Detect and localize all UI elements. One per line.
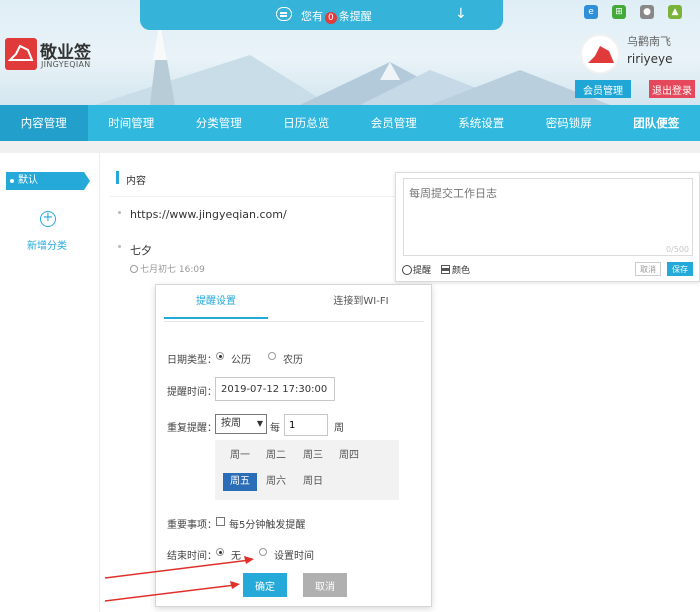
confirm-button[interactable]: 确定 [243, 573, 287, 597]
bullet-icon [118, 211, 121, 214]
note-editor: 0/500 提醒 颜色 取消 保存 [395, 172, 700, 282]
color-tool-label: 颜色 [452, 266, 471, 276]
nav-settings[interactable]: 系统设置 [438, 105, 526, 141]
nav-category[interactable]: 分类管理 [175, 105, 263, 141]
nav-calendar[interactable]: 日历总览 [263, 105, 351, 141]
dropdown-arrow-icon: ▼ [256, 419, 263, 428]
nav-lockscreen[interactable]: 密码锁屏 [525, 105, 613, 141]
nav-member[interactable]: 会员管理 [350, 105, 438, 141]
color-tool[interactable]: 颜色 [441, 263, 470, 276]
tab-reminder-settings[interactable]: 提醒设置 [164, 285, 268, 319]
list-item[interactable]: https://www.jingyeqian.com/ [130, 208, 287, 221]
weekday-sat[interactable]: 周六 [259, 473, 293, 491]
android-icon[interactable]: ▲ [668, 5, 682, 19]
reminder-popup: 提醒设置 连接到WI-FI 日期类型： 公历 农历 提醒时间： 重复提醒： 按周… [155, 284, 432, 607]
radio-end-none[interactable] [216, 548, 224, 556]
apple-icon[interactable]: ● [640, 5, 654, 19]
date-type-label: 日期类型： [167, 355, 217, 366]
list-item[interactable]: 七夕 [130, 242, 152, 258]
avatar[interactable] [580, 34, 620, 74]
editor-save-button[interactable]: 保存 [667, 262, 693, 276]
brand-subtitle: JINGYEQIAN [41, 60, 91, 69]
sidebar-item-default[interactable]: 默认 [6, 172, 90, 190]
clock-icon [402, 265, 412, 275]
important-checkbox[interactable] [216, 517, 225, 526]
sidebar: 默认 + 新增分类 [0, 153, 100, 612]
arrow-down-icon[interactable]: ↓ [455, 6, 467, 22]
repeat-unit-label: 周 [334, 423, 344, 434]
user-title: 乌鹳南飞 [627, 35, 671, 48]
weekday-mon[interactable]: 周一 [223, 447, 257, 465]
add-circle-icon[interactable]: + [40, 211, 56, 227]
radio-lunar[interactable] [268, 352, 276, 360]
radio-lunar-label: 农历 [283, 355, 303, 366]
sub-bar [0, 141, 700, 153]
tab-connect-wifi[interactable]: 连接到WI-FI [306, 285, 416, 319]
cancel-button[interactable]: 取消 [303, 573, 347, 597]
clock-icon [130, 265, 138, 273]
radio-solar-label: 公历 [231, 355, 251, 366]
weekday-picker: 周一 周二 周三 周四 周五 周六 周日 [215, 440, 399, 500]
weekday-sun[interactable]: 周日 [296, 473, 330, 491]
nav-content[interactable]: 内容管理 [0, 105, 88, 141]
notice-count-badge: 0 [325, 12, 337, 24]
repeat-label: 重复提醒： [167, 423, 217, 434]
remind-time-label: 提醒时间： [167, 387, 217, 398]
repeat-interval-input[interactable] [284, 414, 328, 436]
windows-icon[interactable]: ⊞ [612, 5, 626, 19]
bullet-icon [118, 245, 121, 248]
nav-time[interactable]: 时间管理 [88, 105, 176, 141]
repeat-every-label: 每 [270, 423, 280, 434]
ie-icon[interactable]: e [584, 5, 598, 19]
repeat-select-value: 按周 [221, 418, 241, 429]
radio-end-set-time-label: 设置时间 [274, 551, 314, 562]
member-management-button[interactable]: 会员管理 [575, 80, 631, 98]
remind-tool-label: 提醒 [413, 266, 432, 276]
radio-end-none-label: 无 [231, 551, 241, 562]
content-heading-marker [116, 171, 119, 184]
editor-cancel-button[interactable]: 取消 [635, 262, 661, 276]
repeat-select[interactable]: 按周 ▼ [215, 414, 267, 434]
list-item-date: 七月初七 16:09 [130, 262, 205, 275]
weekday-tue[interactable]: 周二 [259, 447, 293, 465]
remind-time-input[interactable] [215, 377, 335, 401]
tabs-divider [164, 321, 424, 322]
logout-button[interactable]: 退出登录 [649, 80, 695, 98]
notice-text: 您有 0 条提醒 [301, 8, 372, 24]
radio-end-set-time[interactable] [259, 548, 267, 556]
notice-prefix: 您有 [301, 10, 323, 23]
color-icon [441, 265, 450, 274]
header: 您有 0 条提醒 ↓ e ⊞ ● ▲ 敬业签 JINGYEQIAN 乌鹳南飞 rir… [0, 0, 700, 105]
add-category-link[interactable]: 新增分类 [27, 237, 67, 252]
end-time-label: 结束时间： [167, 551, 217, 562]
remind-tool[interactable]: 提醒 [402, 263, 431, 276]
platform-icons: e ⊞ ● ▲ [584, 5, 682, 19]
notice-suffix: 条提醒 [338, 10, 372, 23]
content-heading: 内容 [126, 176, 146, 187]
important-option-label: 每5分钟触发提醒 [229, 520, 306, 531]
char-count: 0/500 [665, 245, 689, 254]
note-textarea[interactable] [403, 178, 693, 256]
divider [110, 196, 400, 197]
nav-team-notes[interactable]: 团队便签 [613, 105, 700, 141]
user-name: ririyeye [627, 52, 673, 66]
main-nav: 内容管理 时间管理 分类管理 日历总览 会员管理 系统设置 密码锁屏 团队便签 [0, 105, 700, 141]
weekday-wed[interactable]: 周三 [296, 447, 330, 465]
weekday-fri[interactable]: 周五 [223, 473, 257, 491]
logo [5, 38, 37, 70]
message-icon [276, 7, 292, 21]
important-label: 重要事项： [167, 520, 217, 531]
radio-solar[interactable] [216, 352, 224, 360]
list-item-date-text: 七月初七 16:09 [140, 265, 205, 275]
weekday-thu[interactable]: 周四 [332, 447, 366, 465]
